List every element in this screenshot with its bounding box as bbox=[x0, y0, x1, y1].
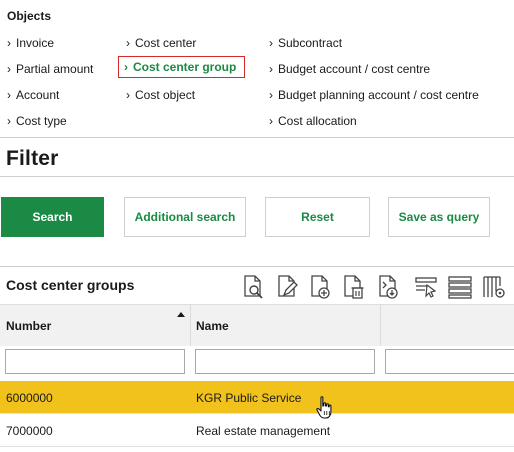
object-link-cost-center-group[interactable]: › Cost center group bbox=[118, 56, 246, 78]
object-link-label: Invoice bbox=[16, 36, 55, 50]
divider bbox=[0, 137, 514, 138]
number-filter-input[interactable] bbox=[5, 349, 185, 374]
filter-rows-icon[interactable] bbox=[413, 273, 439, 301]
object-link-account[interactable]: › Account bbox=[7, 88, 59, 102]
object-link-budget-account[interactable]: › Budget account / cost centre bbox=[269, 62, 430, 76]
grid-title: Cost center groups bbox=[6, 277, 135, 293]
filter-title: Filter bbox=[6, 147, 59, 170]
object-link-label: Budget account / cost centre bbox=[278, 62, 431, 76]
sort-ascending-icon[interactable] bbox=[177, 312, 185, 317]
column-separator[interactable] bbox=[380, 304, 381, 346]
table-row[interactable]: 6000000 KGR Public Service bbox=[0, 381, 514, 413]
edit-document-icon[interactable] bbox=[274, 273, 300, 301]
object-link-label: Cost object bbox=[135, 88, 196, 102]
chevron-right-icon: › bbox=[7, 114, 11, 128]
object-link-label: Cost center bbox=[135, 36, 197, 50]
chevron-right-icon: › bbox=[126, 36, 130, 50]
additional-search-button[interactable]: Additional search bbox=[124, 197, 246, 237]
add-document-icon[interactable] bbox=[307, 273, 333, 301]
export-document-icon[interactable] bbox=[375, 273, 401, 301]
object-link-label: Cost type bbox=[16, 114, 67, 128]
column-separator[interactable] bbox=[190, 304, 191, 346]
chevron-right-icon: › bbox=[126, 88, 130, 102]
cell-number: 6000000 bbox=[6, 391, 53, 405]
chevron-right-icon: › bbox=[269, 114, 273, 128]
divider bbox=[0, 176, 514, 177]
object-link-budget-planning-account[interactable]: › Budget planning account / cost centre bbox=[269, 88, 479, 102]
column-header-row bbox=[0, 304, 514, 346]
table-row[interactable]: 7000000 Real estate management bbox=[0, 414, 514, 446]
object-link-cost-center[interactable]: › Cost center bbox=[126, 36, 196, 50]
chevron-right-icon: › bbox=[269, 36, 273, 50]
chevron-right-icon: › bbox=[7, 88, 11, 102]
objects-title: Objects bbox=[7, 9, 52, 23]
delete-document-icon[interactable] bbox=[340, 273, 366, 301]
cell-name: KGR Public Service bbox=[196, 391, 302, 405]
chevron-right-icon: › bbox=[269, 88, 273, 102]
list-view-icon[interactable] bbox=[447, 273, 473, 301]
object-link-cost-object[interactable]: › Cost object bbox=[126, 88, 195, 102]
chevron-right-icon: › bbox=[269, 62, 273, 76]
reset-button[interactable]: Reset bbox=[265, 197, 370, 237]
chevron-right-icon: › bbox=[7, 62, 11, 76]
hand-pointer-icon bbox=[315, 395, 335, 421]
chevron-right-icon: › bbox=[124, 60, 128, 74]
cell-number: 7000000 bbox=[6, 424, 53, 438]
column-header-number[interactable]: Number bbox=[6, 319, 51, 333]
search-button[interactable]: Search bbox=[1, 197, 104, 237]
object-link-label: Subcontract bbox=[278, 36, 343, 50]
object-link-cost-type[interactable]: › Cost type bbox=[7, 114, 67, 128]
object-link-invoice[interactable]: › Invoice bbox=[7, 36, 54, 50]
cell-name: Real estate management bbox=[196, 424, 331, 438]
row-divider bbox=[0, 446, 514, 447]
extra-filter-input[interactable] bbox=[385, 349, 514, 374]
chevron-right-icon: › bbox=[7, 36, 11, 50]
column-header-name[interactable]: Name bbox=[196, 319, 229, 333]
object-link-label: Cost center group bbox=[133, 60, 237, 74]
column-settings-icon[interactable] bbox=[481, 273, 507, 301]
object-link-partial-amount[interactable]: › Partial amount bbox=[7, 62, 93, 76]
name-filter-input[interactable] bbox=[195, 349, 375, 374]
object-link-cost-allocation[interactable]: › Cost allocation bbox=[269, 114, 357, 128]
divider bbox=[0, 266, 514, 267]
object-link-label: Partial amount bbox=[16, 62, 94, 76]
object-link-label: Budget planning account / cost centre bbox=[278, 88, 479, 102]
object-link-subcontract[interactable]: › Subcontract bbox=[269, 36, 342, 50]
view-document-icon[interactable] bbox=[240, 273, 266, 301]
object-link-label: Cost allocation bbox=[278, 114, 357, 128]
object-link-label: Account bbox=[16, 88, 60, 102]
save-as-query-button[interactable]: Save as query bbox=[388, 197, 490, 237]
